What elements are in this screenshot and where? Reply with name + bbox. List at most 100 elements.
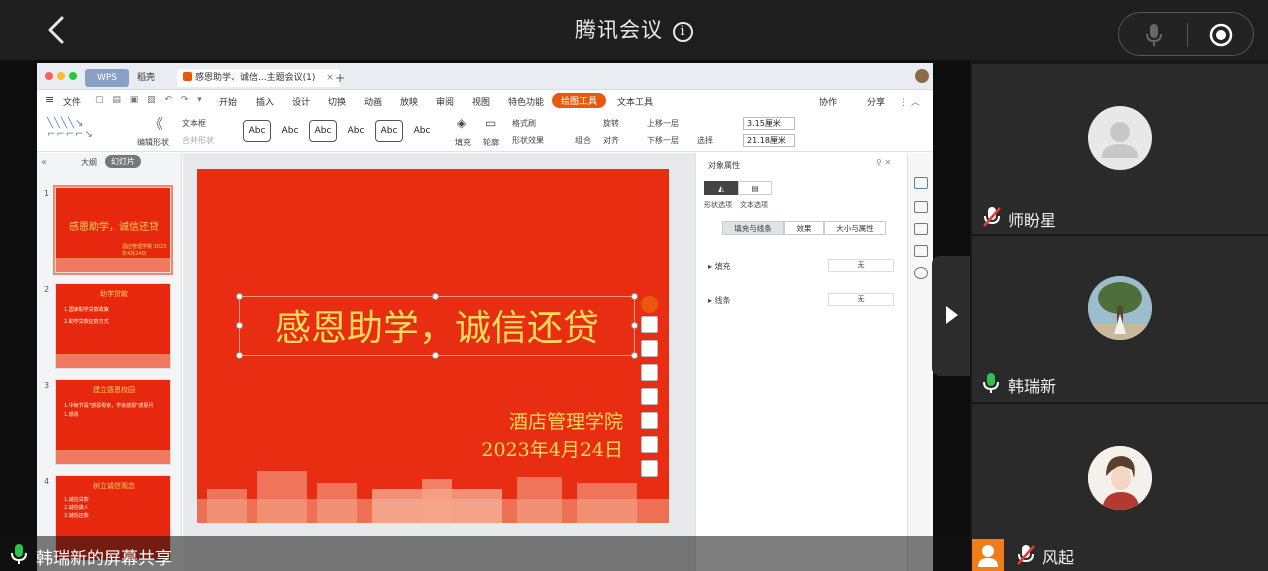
current-slide[interactable]: 感恩助学，诚信还贷 酒店管理学院 2023年4月24日	[197, 169, 669, 523]
tab-document[interactable]: 感恩助学、诚信...主题会议(1) ×	[177, 69, 340, 87]
history-icon[interactable]	[914, 267, 928, 279]
participant-tile[interactable]: 韩瑞新	[972, 236, 1268, 402]
down-layer-button[interactable]: 下移一层	[647, 135, 679, 146]
collapse-sidebar-button[interactable]	[932, 256, 972, 376]
float-text-icon[interactable]	[641, 412, 658, 429]
fill-dropdown[interactable]: 无	[828, 259, 894, 272]
tab-wps[interactable]: WPS	[85, 69, 129, 87]
select-button[interactable]: 选择	[697, 135, 713, 146]
width-input[interactable]: 21.18厘米	[743, 134, 795, 147]
record-icon[interactable]	[1209, 23, 1233, 47]
float-layers-icon[interactable]	[641, 388, 658, 405]
properties-icon[interactable]	[914, 177, 928, 189]
edit-shape-icon[interactable]: 《	[149, 114, 163, 134]
style-preset-2[interactable]: Abc	[276, 120, 304, 142]
shape-options-icon[interactable]: ◭	[704, 181, 738, 195]
menu-insert[interactable]: 插入	[256, 95, 274, 108]
menu-share[interactable]: 分享	[867, 95, 885, 108]
float-outline-icon[interactable]	[641, 364, 658, 381]
float-brush-icon[interactable]	[641, 316, 658, 333]
style-preset-5[interactable]: Abc	[375, 120, 403, 142]
menu-file[interactable]: 文件	[63, 95, 81, 108]
slide-thumbnail-2[interactable]: 助学贷款 1.国家助学贷款政策 2.助学贷款还款方式	[55, 283, 171, 369]
shape-effect-button[interactable]: 形状效果	[512, 135, 544, 146]
slide-subtitle-date[interactable]: 2023年4月24日	[481, 435, 623, 462]
participant-tile[interactable]: 师盼星	[972, 64, 1268, 234]
quick-access-icons[interactable]: ▢ ▤ ▣ ▧ ↶ ↷ ▾	[95, 95, 205, 105]
align-button[interactable]: 对齐	[603, 135, 619, 146]
float-fill-icon[interactable]	[641, 340, 658, 357]
person-silhouette-icon	[1102, 122, 1138, 158]
outline-button[interactable]: 轮廓	[483, 137, 499, 148]
more-icon[interactable]: ⋮ ︿	[899, 95, 920, 108]
tab-text-options[interactable]: 文本选项	[740, 200, 768, 210]
fill-icon[interactable]: ◈	[457, 116, 466, 130]
new-tab-icon[interactable]: +	[335, 69, 345, 87]
up-layer-button[interactable]: 上移一层	[647, 118, 679, 129]
wps-tab-bar: WPS 稻壳 感恩助学、诚信...主题会议(1) × +	[37, 63, 933, 90]
magic-icon[interactable]	[914, 201, 928, 213]
line-shapes-icon[interactable]: ╲╲╲╲↘ ⌐⌐⌐⌐↘	[47, 118, 94, 140]
comment-icon[interactable]	[914, 223, 928, 235]
slide-thumbnail-1[interactable]: 感恩助学，诚信还贷 酒店管理学院 2023年4月24日	[53, 185, 173, 275]
tab-size-props[interactable]: 大小与属性	[824, 221, 886, 235]
float-collapse-icon[interactable]	[641, 296, 658, 313]
user-avatar[interactable]	[915, 69, 929, 83]
menu-review[interactable]: 审阅	[436, 95, 454, 108]
microphone-icon[interactable]	[1145, 23, 1163, 47]
tab-fill-line[interactable]: 填充与线条	[722, 221, 784, 235]
fill-button[interactable]: 填充	[455, 137, 471, 148]
menu-animation[interactable]: 动画	[364, 95, 382, 108]
menu-drawing-tools[interactable]: 绘图工具	[552, 93, 607, 108]
menu-features[interactable]: 特色功能	[508, 95, 544, 108]
line-section-label[interactable]: ▸ 线条	[708, 295, 731, 306]
menu-home[interactable]: 开始	[219, 95, 237, 108]
meeting-title: 腾讯会议 i	[0, 14, 1268, 44]
menu-collaborate[interactable]: 协作	[819, 95, 837, 108]
resize-handle[interactable]	[432, 293, 439, 300]
collapse-panel-icon[interactable]: «	[41, 157, 47, 168]
rotate-button[interactable]: 旋转	[603, 118, 619, 129]
minimize-dot-icon[interactable]	[57, 72, 65, 80]
style-preset-6[interactable]: Abc	[408, 120, 436, 142]
float-image-icon[interactable]	[641, 460, 658, 477]
close-tab-icon[interactable]: ×	[326, 73, 334, 83]
style-preset-1[interactable]: Abc	[243, 120, 271, 142]
float-align-icon[interactable]	[641, 436, 658, 453]
merge-shape-button[interactable]: 合并形状	[182, 135, 214, 146]
gallery-icon[interactable]	[914, 245, 928, 257]
style-preset-3[interactable]: Abc	[309, 120, 337, 142]
menu-design[interactable]: 设计	[292, 95, 310, 108]
combine-button[interactable]: 组合	[575, 135, 591, 146]
hamburger-icon[interactable]: ≡	[45, 93, 54, 106]
fill-section-label[interactable]: ▸ 填充	[708, 261, 731, 272]
maximize-dot-icon[interactable]	[69, 72, 77, 80]
text-options-icon[interactable]: ▤	[738, 181, 772, 195]
style-preset-4[interactable]: Abc	[342, 120, 370, 142]
tab-shape-options[interactable]: 形状选项	[704, 200, 732, 210]
info-icon[interactable]: i	[673, 22, 693, 42]
format-brush-button[interactable]: 格式刷	[512, 118, 536, 129]
pin-icon[interactable]: ⚲ ✕	[876, 158, 891, 167]
menu-transition[interactable]: 切换	[328, 95, 346, 108]
menu-slideshow[interactable]: 放映	[400, 95, 418, 108]
slide-subtitle-school[interactable]: 酒店管理学院	[509, 407, 623, 434]
menu-view[interactable]: 视图	[472, 95, 490, 108]
tab-effects[interactable]: 效果	[784, 221, 824, 235]
line-dropdown[interactable]: 无	[828, 293, 894, 306]
menu-text-tools[interactable]: 文本工具	[617, 95, 653, 108]
tab-shell[interactable]: 稻壳	[137, 69, 155, 87]
shared-screen[interactable]: WPS 稻壳 感恩助学、诚信...主题会议(1) × + ≡ 文件 ▢ ▤ ▣ …	[37, 63, 933, 571]
slide-title[interactable]: 感恩助学，诚信还贷	[239, 301, 635, 357]
close-dot-icon[interactable]	[45, 72, 53, 80]
slide-thumbnail-3[interactable]: 建立感恩校园 1.中秋节是"感恩母亲，学会感恩"感恩月 1.感恩	[55, 379, 171, 465]
textbox-button[interactable]: 文本框	[182, 118, 206, 129]
participant-tile[interactable]: 风起	[972, 404, 1268, 571]
resize-handle[interactable]	[236, 293, 243, 300]
tab-outline[interactable]: 大纲	[81, 157, 97, 168]
edit-shape-label[interactable]: 编辑形状	[137, 137, 169, 148]
outline-icon[interactable]: ▭	[485, 116, 496, 130]
height-input[interactable]: 3.15厘米	[743, 117, 795, 130]
tab-slides[interactable]: 幻灯片	[105, 155, 141, 168]
resize-handle[interactable]	[631, 293, 638, 300]
